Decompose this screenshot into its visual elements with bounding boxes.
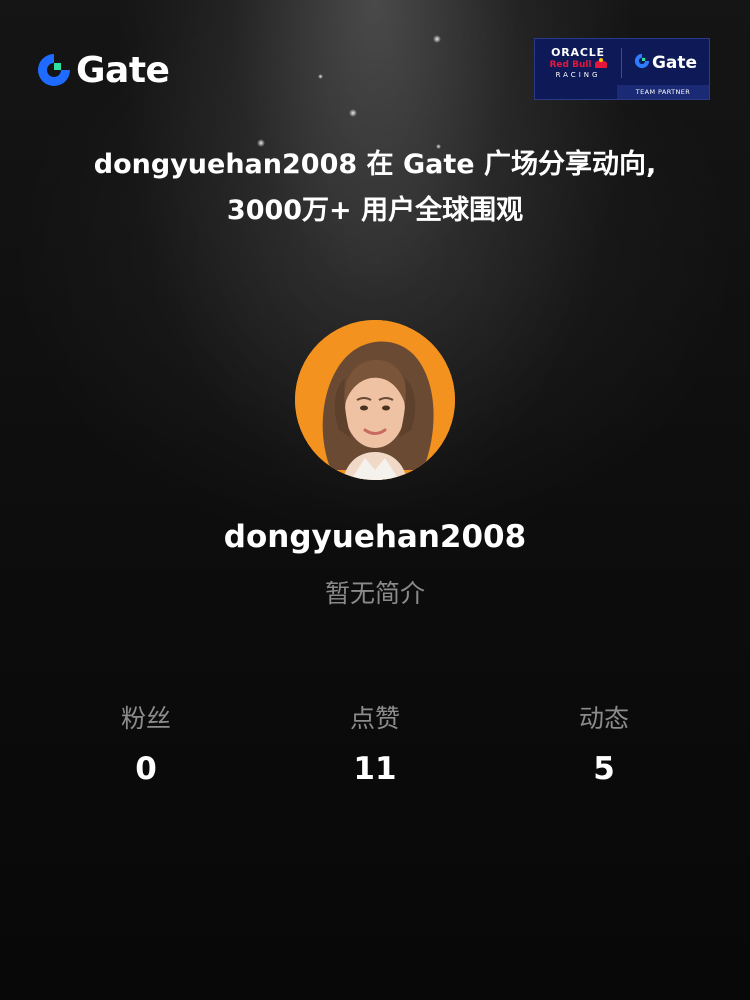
profile-stats: 粉丝 0 点赞 11 动态 5 (32, 698, 718, 796)
racing-text: RACING (555, 70, 601, 79)
stat-value: 5 (593, 751, 615, 787)
oracle-redbull-racing-logo: ORACLE Red Bull RACING (535, 39, 621, 87)
gate-logo: Gate (36, 49, 170, 91)
gate-logo-icon (36, 52, 72, 88)
headline-line-1: dongyuehan2008 在 Gate 广场分享动向, (93, 149, 657, 180)
stat-label: 动态 (578, 704, 629, 733)
bull-icon (594, 58, 607, 68)
username: dongyuehan2008 (223, 519, 527, 555)
gate-small-icon (634, 53, 650, 73)
team-partner-label: TEAM PARTNER (617, 85, 709, 99)
gate-logo-text: Gate (76, 49, 170, 91)
redbull-text: Red Bull (549, 59, 592, 70)
oracle-text: ORACLE (551, 45, 605, 59)
stat-posts: 动态 5 (490, 698, 718, 796)
partner-gate-text: Gate (651, 53, 698, 73)
light-sparkle (433, 35, 441, 43)
partner-gate-logo: Gate (622, 53, 709, 73)
bio-text: 暂无简介 (324, 579, 425, 608)
stat-likes: 点赞 11 (261, 698, 489, 796)
stat-value: 0 (135, 751, 157, 787)
stat-label: 点赞 (349, 704, 400, 733)
stat-label: 粉丝 (120, 704, 171, 733)
stat-followers: 粉丝 0 (32, 698, 260, 796)
headline: dongyuehan2008 在 Gate 广场分享动向, 3000万+ 用户全… (0, 142, 750, 234)
light-sparkle (349, 109, 357, 117)
light-sparkle (318, 74, 323, 79)
avatar (295, 320, 455, 480)
team-partner-badge: ORACLE Red Bull RACING Gate TEAM PARTNER (534, 38, 710, 100)
stat-value: 11 (353, 751, 397, 787)
headline-line-2: 3000万+ 用户全球围观 (226, 195, 524, 226)
